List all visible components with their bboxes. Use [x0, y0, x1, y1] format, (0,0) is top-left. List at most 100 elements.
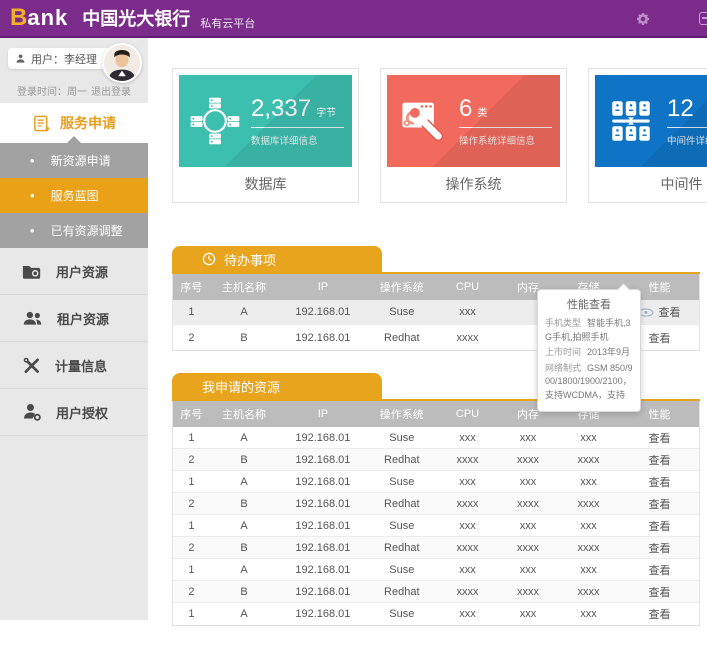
column-header: 操作系统: [368, 406, 436, 422]
clock-icon: [202, 252, 216, 266]
table-row: 1 A 192.168.01 Suse xxx xxx xxx 查看: [173, 471, 699, 493]
nav-label: 计量信息: [55, 356, 107, 375]
bullet-icon: •: [30, 223, 35, 238]
cell-ip: 192.168.01: [278, 476, 367, 488]
cell-mem: xxx: [499, 564, 557, 576]
cell-host: A: [210, 520, 278, 532]
table-row: 1 A 192.168.01 Suse xxx xxx xxx 查看: [173, 559, 699, 581]
os-unit: 类: [477, 104, 487, 119]
submenu-label: 新资源申请: [51, 152, 111, 169]
card-os[interactable]: 6 类 操作系统详细信息 操作系统: [380, 68, 567, 203]
column-header: 主机名称: [210, 279, 278, 295]
submenu-item-adjust-resource[interactable]: • 已有资源调整: [0, 213, 148, 248]
nav-label: 租户资源: [57, 309, 109, 328]
os-wrench-icon: [387, 95, 459, 147]
cell-storage: xxxx: [557, 498, 620, 510]
page: B ank 中国光大银行 私有云平台 用户：李经理 登录时间：周一 退出登录: [0, 0, 707, 648]
card-database[interactable]: 2,337 字节 数据库详细信息 数据库: [172, 68, 359, 203]
column-header: IP: [278, 408, 367, 420]
user-pill: 用户：李经理: [8, 48, 112, 69]
cell-storage: xxx: [557, 608, 620, 620]
todo-section-head: 待办事项: [172, 246, 700, 274]
cell-ip: 192.168.01: [278, 432, 367, 444]
message-icon[interactable]: [699, 12, 707, 25]
cell-host: B: [210, 586, 278, 598]
todo-title: 待办事项: [224, 250, 276, 269]
cell-host: A: [210, 608, 278, 620]
cell-cpu: xxxx: [436, 586, 499, 598]
cell-storage: xxxx: [557, 542, 620, 554]
cell-no: 2: [173, 454, 210, 466]
logout-link[interactable]: 退出登录: [91, 83, 131, 98]
cell-host: A: [210, 432, 278, 444]
sidebar-item-user-resources[interactable]: 用户资源: [0, 248, 148, 295]
tools-icon: [22, 356, 41, 375]
view-link[interactable]: 查看: [620, 562, 699, 578]
service-submenu: • 新资源申请 • 服务蓝图 • 已有资源调整: [0, 143, 148, 248]
view-link[interactable]: 查看: [620, 474, 699, 490]
sidebar-item-tenant-resources[interactable]: 租户资源: [0, 295, 148, 342]
cell-cpu: xxx: [436, 520, 499, 532]
view-link[interactable]: 查看: [620, 496, 699, 512]
bullet-icon: •: [30, 188, 35, 203]
nav-label: 用户资源: [56, 262, 108, 281]
cell-no: 2: [173, 542, 210, 554]
view-link[interactable]: 查看: [620, 452, 699, 468]
database-desc: 数据库详细信息: [251, 133, 344, 147]
tooltip-label: 网络制式: [545, 363, 581, 373]
divider: [251, 127, 344, 128]
middleware-servers-icon: [595, 96, 667, 146]
cell-os: Redhat: [368, 542, 436, 554]
nav-label: 用户授权: [56, 403, 108, 422]
view-link[interactable]: 查看: [620, 606, 699, 622]
cell-cpu: xxx: [436, 432, 499, 444]
cell-storage: xxxx: [557, 586, 620, 598]
view-link[interactable]: 查看: [620, 584, 699, 600]
bullet-icon: •: [30, 153, 35, 168]
tooltip-value: 2013年9月: [587, 347, 630, 357]
cell-mem: xxx: [499, 608, 557, 620]
applied-title: 我申请的资源: [202, 377, 280, 396]
divider: [667, 127, 707, 128]
card-database-body: 2,337 字节 数据库详细信息: [179, 75, 352, 167]
submenu-item-service-blueprint[interactable]: • 服务蓝图: [0, 178, 148, 213]
cell-ip: 192.168.01: [278, 306, 367, 318]
submenu-item-new-resource[interactable]: • 新资源申请: [0, 143, 148, 178]
performance-tooltip: 性能查看 手机类型智能手机,3G手机,拍照手机 上市时间2013年9月 网络制式…: [537, 289, 641, 412]
view-link[interactable]: 查看: [620, 430, 699, 446]
cell-no: 2: [173, 586, 210, 598]
cell-os: Suse: [368, 564, 436, 576]
table-row: 2 B 192.168.01 Redhat xxxx xxxx xxxx 查看: [173, 537, 699, 559]
cell-ip: 192.168.01: [278, 542, 367, 554]
submenu-label: 已有资源调整: [51, 222, 123, 239]
user-label: 用户：李经理: [31, 51, 97, 67]
sidebar-item-user-authorization[interactable]: 用户授权: [0, 389, 148, 436]
view-link[interactable]: 查看: [620, 540, 699, 556]
login-time: 登录时间：周一: [17, 83, 87, 98]
card-middleware-body: 12 中间件详细信息: [595, 75, 707, 167]
cell-no: 1: [173, 476, 210, 488]
login-row: 登录时间：周一 退出登录: [8, 83, 140, 98]
card-middleware[interactable]: 12 中间件详细信息 中间件: [588, 68, 707, 203]
view-link[interactable]: 查看: [620, 518, 699, 534]
cell-cpu: xxxx: [436, 542, 499, 554]
cell-storage: xxxx: [557, 454, 620, 466]
cell-mem: xxxx: [499, 542, 557, 554]
cell-host: A: [210, 564, 278, 576]
sidebar-item-metering-info[interactable]: 计量信息: [0, 342, 148, 389]
bank-logo: B ank: [10, 4, 68, 32]
person-icon: [15, 53, 26, 64]
cell-no: 2: [173, 498, 210, 510]
gear-icon[interactable]: [635, 11, 651, 32]
tab-todo[interactable]: 待办事项: [172, 246, 382, 272]
tab-applied-resources[interactable]: 我申请的资源: [172, 373, 382, 399]
tooltip-title: 性能查看: [545, 296, 633, 312]
folder-icon: [22, 263, 42, 280]
cell-cpu: xxxx: [436, 332, 499, 344]
submenu-label: 服务蓝图: [51, 187, 99, 204]
avatar: [102, 43, 142, 83]
cell-mem: xxx: [499, 476, 557, 488]
cell-mem: xxxx: [499, 498, 557, 510]
card-os-caption: 操作系统: [387, 167, 560, 196]
app-header: B ank 中国光大银行 私有云平台: [0, 0, 707, 38]
